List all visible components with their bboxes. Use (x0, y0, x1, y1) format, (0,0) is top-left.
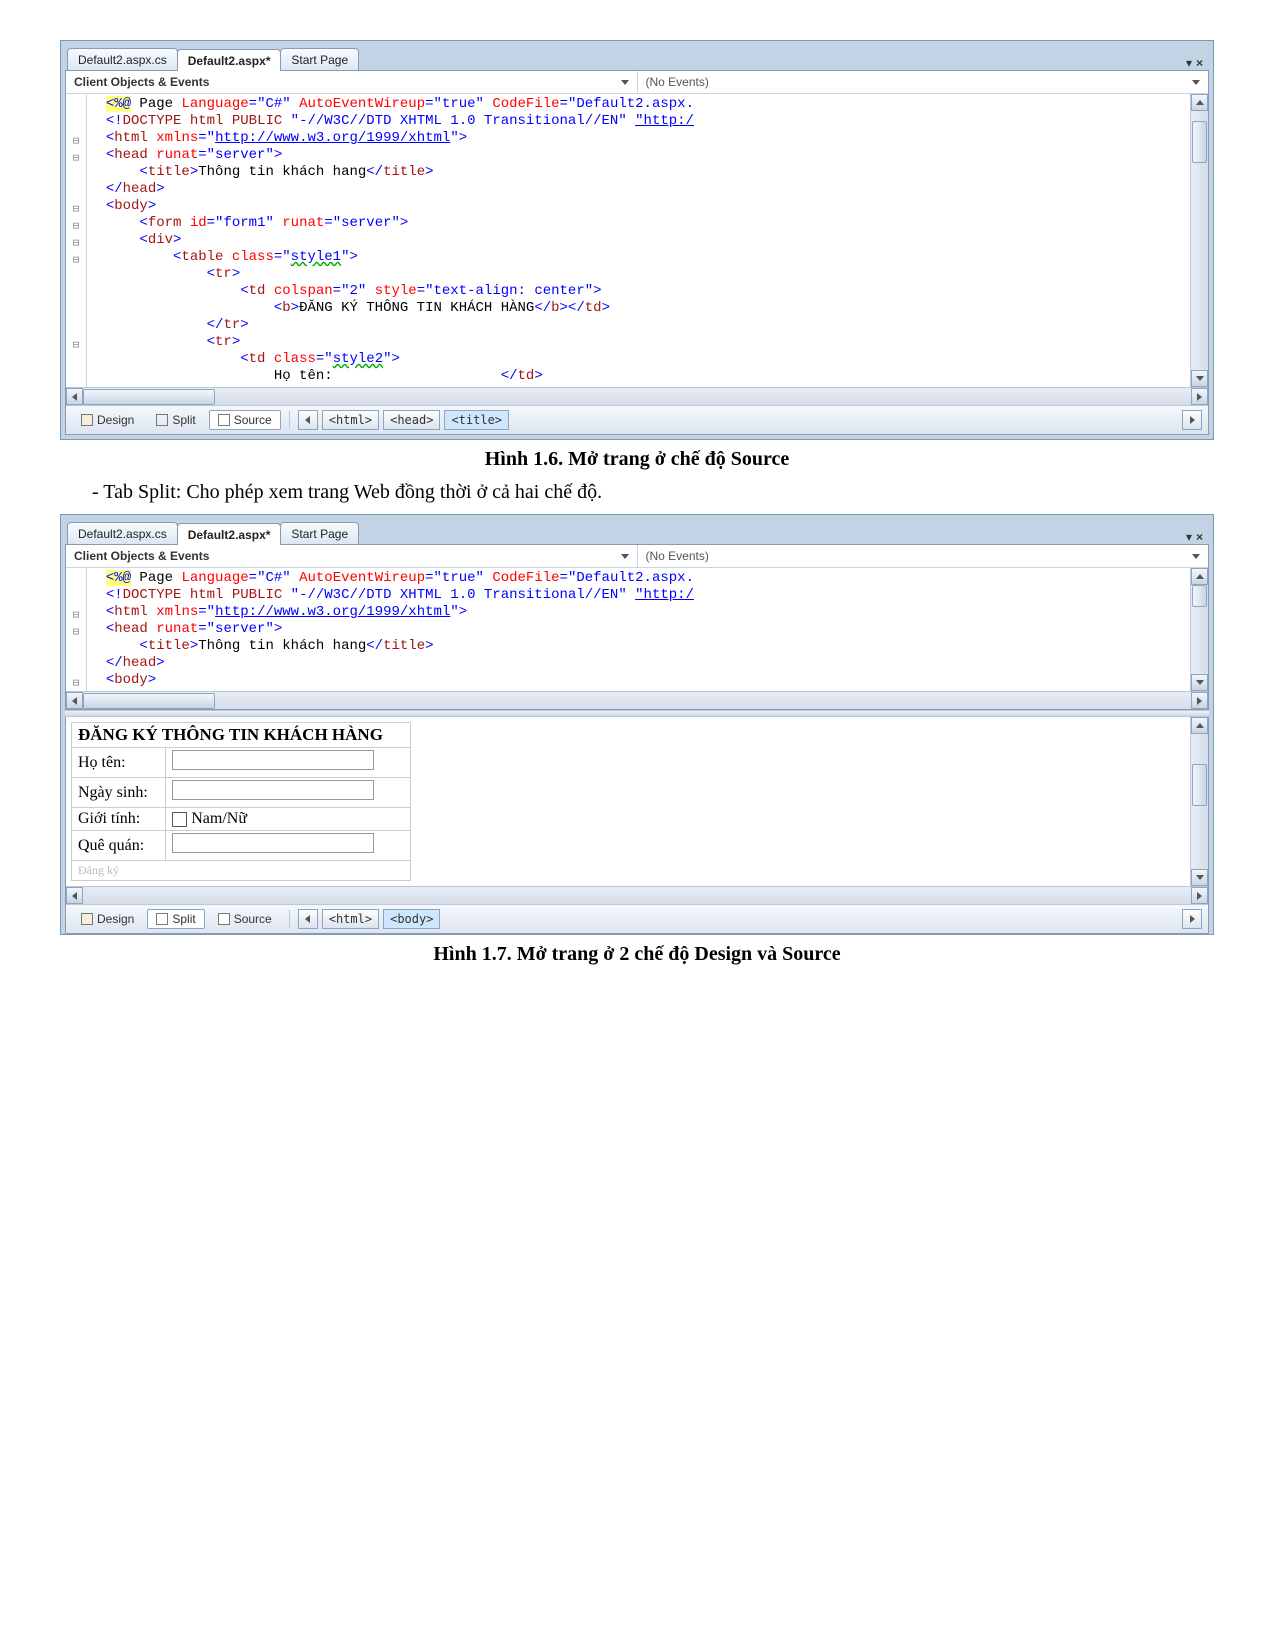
label-dangky: Đăng ký (72, 861, 411, 881)
client-objects-dropdown[interactable]: Client Objects & Events (66, 545, 638, 567)
tab-default2-cs[interactable]: Default2.aspx.cs (67, 48, 178, 70)
horizontal-scrollbar[interactable] (66, 886, 1208, 904)
design-pane: ĐĂNG KÝ THÔNG TIN KHÁCH HÀNG Họ tên: Ngà… (65, 717, 1209, 934)
breadcrumb-html[interactable]: <html> (322, 909, 379, 929)
design-form-table[interactable]: ĐĂNG KÝ THÔNG TIN KHÁCH HÀNG Họ tên: Ngà… (71, 722, 411, 881)
split-view-screenshot: Default2.aspx.cs Default2.aspx* Start Pa… (60, 514, 1214, 935)
code-gutter: ⊟⊟ ⊟⊟ ⊟⊟ ⊟ (66, 94, 87, 387)
figure-caption-1: Hình 1.6. Mở trang ở chế độ Source (60, 448, 1214, 471)
tab-start-page[interactable]: Start Page (280, 48, 359, 70)
source-code[interactable]: <%@ Page Language="C#" AutoEventWireup="… (87, 94, 1190, 387)
chevron-down-icon (1192, 80, 1200, 85)
breadcrumb-next-button[interactable] (1182, 909, 1202, 929)
design-tab[interactable]: Design (72, 909, 143, 929)
view-mode-bar: Design Split Source <html> <head> <title… (66, 405, 1208, 434)
dropdown-label: (No Events) (646, 549, 709, 563)
chevron-down-icon (621, 554, 629, 559)
form-header: ĐĂNG KÝ THÔNG TIN KHÁCH HÀNG (72, 723, 411, 748)
split-handle[interactable] (65, 710, 1209, 717)
source-code[interactable]: <%@ Page Language="C#" AutoEventWireup="… (87, 568, 1190, 691)
source-tab[interactable]: Source (209, 909, 281, 929)
dropdown-label: Client Objects & Events (74, 549, 209, 563)
close-icon[interactable]: × (1196, 530, 1203, 544)
breadcrumb-title[interactable]: <title> (444, 410, 509, 430)
tab-strip: Default2.aspx.cs Default2.aspx* Start Pa… (61, 41, 1213, 70)
label-ngaysinh: Ngày sinh: (72, 778, 166, 808)
chevron-down-icon (1192, 554, 1200, 559)
breadcrumb-html[interactable]: <html> (322, 410, 379, 430)
source-tab[interactable]: Source (209, 410, 281, 430)
dropdown-label: Client Objects & Events (74, 75, 209, 89)
events-dropdown[interactable]: (No Events) (638, 71, 1209, 93)
tab-strip: Default2.aspx.cs Default2.aspx* Start Pa… (61, 515, 1213, 544)
design-tab[interactable]: Design (72, 410, 143, 430)
horizontal-scrollbar[interactable] (66, 691, 1208, 709)
view-mode-bar: Design Split Source <html> <body> (66, 904, 1208, 933)
code-gutter: ⊟⊟ ⊟ (66, 568, 87, 691)
source-view-screenshot: Default2.aspx.cs Default2.aspx* Start Pa… (60, 40, 1214, 440)
label-hoten: Họ tên: (72, 748, 166, 778)
dropdown-label: (No Events) (646, 75, 709, 89)
breadcrumb-prev-button[interactable] (298, 410, 318, 430)
vertical-scrollbar[interactable] (1190, 568, 1208, 691)
split-tab[interactable]: Split (147, 909, 204, 929)
tab-default2-aspx[interactable]: Default2.aspx* (177, 523, 282, 545)
breadcrumb-prev-button[interactable] (298, 909, 318, 929)
input-ngaysinh[interactable] (172, 780, 374, 800)
label-gioitinh: Giới tính: (72, 808, 166, 831)
vertical-scrollbar[interactable] (1190, 94, 1208, 387)
tab-default2-cs[interactable]: Default2.aspx.cs (67, 522, 178, 544)
breadcrumb-body[interactable]: <body> (383, 909, 440, 929)
close-icon[interactable]: × (1196, 56, 1203, 70)
vertical-scrollbar[interactable] (1190, 717, 1208, 886)
client-objects-dropdown[interactable]: Client Objects & Events (66, 71, 638, 93)
tab-overflow-icon[interactable]: ▾ (1186, 530, 1192, 544)
checkbox-gioitinh[interactable] (172, 812, 187, 827)
split-tab[interactable]: Split (147, 410, 204, 430)
object-event-dropdowns: Client Objects & Events (No Events) (66, 71, 1208, 94)
horizontal-scrollbar[interactable] (66, 387, 1208, 405)
breadcrumb-next-button[interactable] (1182, 410, 1202, 430)
label-namnu: Nam/Nữ (191, 810, 247, 827)
input-hoten[interactable] (172, 750, 374, 770)
breadcrumb-head[interactable]: <head> (383, 410, 440, 430)
body-text: - Tab Split: Cho phép xem trang Web đồng… (92, 481, 1214, 504)
figure-caption-2: Hình 1.7. Mở trang ở 2 chế độ Design và … (60, 943, 1214, 966)
label-quequan: Quê quán: (72, 831, 166, 861)
tab-default2-aspx[interactable]: Default2.aspx* (177, 49, 282, 71)
tab-start-page[interactable]: Start Page (280, 522, 359, 544)
input-quequan[interactable] (172, 833, 374, 853)
chevron-down-icon (621, 80, 629, 85)
tab-overflow-icon[interactable]: ▾ (1186, 56, 1192, 70)
events-dropdown[interactable]: (No Events) (638, 545, 1209, 567)
